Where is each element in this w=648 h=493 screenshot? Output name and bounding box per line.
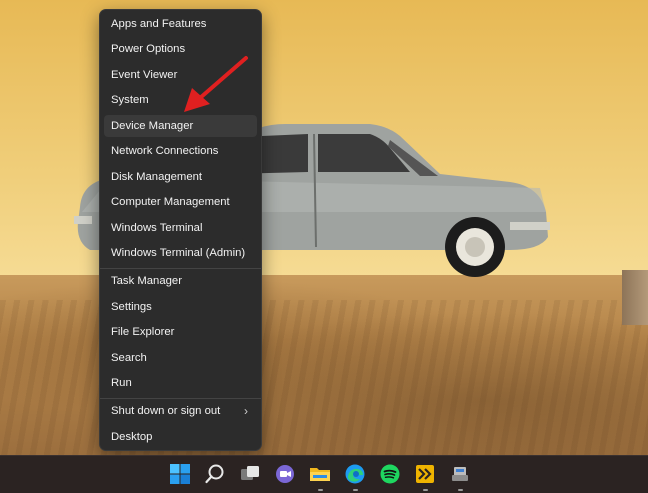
task-view-icon[interactable]	[238, 462, 262, 486]
menu-item-computer-management[interactable]: Computer Management	[104, 191, 257, 213]
menu-item-search[interactable]: Search	[104, 347, 257, 369]
app-icon[interactable]	[413, 462, 437, 486]
menu-item-system[interactable]: System	[104, 89, 257, 111]
spotify-icon[interactable]	[378, 462, 402, 486]
menu-item-task-manager[interactable]: Task Manager	[104, 270, 257, 292]
menu-separator	[100, 268, 261, 269]
chevron-right-icon: ›	[244, 404, 248, 418]
search-icon[interactable]	[203, 462, 227, 486]
menu-item-power-options[interactable]: Power Options	[104, 38, 257, 60]
device-icon[interactable]	[448, 462, 472, 486]
desktop-wallpaper	[0, 0, 648, 455]
menu-item-event-viewer[interactable]: Event Viewer	[104, 64, 257, 86]
menu-item-windows-terminal[interactable]: Windows Terminal	[104, 217, 257, 239]
post	[622, 270, 648, 325]
menu-item-label: Shut down or sign out	[111, 405, 221, 417]
chat-icon[interactable]	[273, 462, 297, 486]
menu-separator	[100, 398, 261, 399]
menu-item-apps-and-features[interactable]: Apps and Features	[104, 13, 257, 35]
menu-item-settings[interactable]: Settings	[104, 296, 257, 318]
edge-icon[interactable]	[343, 462, 367, 486]
taskbar	[0, 455, 648, 493]
menu-item-network-connections[interactable]: Network Connections	[104, 140, 257, 162]
menu-item-windows-terminal-admin[interactable]: Windows Terminal (Admin)	[104, 242, 257, 264]
menu-item-desktop[interactable]: Desktop	[104, 426, 257, 448]
start-icon[interactable]	[168, 462, 192, 486]
menu-item-device-manager[interactable]: Device Manager	[104, 115, 257, 137]
menu-item-run[interactable]: Run	[104, 372, 257, 394]
menu-item-shut-down-or-sign-out[interactable]: Shut down or sign out ›	[104, 400, 257, 422]
file-explorer-icon[interactable]	[308, 462, 332, 486]
menu-item-file-explorer[interactable]: File Explorer	[104, 321, 257, 343]
winx-context-menu: Apps and Features Power Options Event Vi…	[99, 9, 262, 451]
menu-item-disk-management[interactable]: Disk Management	[104, 166, 257, 188]
